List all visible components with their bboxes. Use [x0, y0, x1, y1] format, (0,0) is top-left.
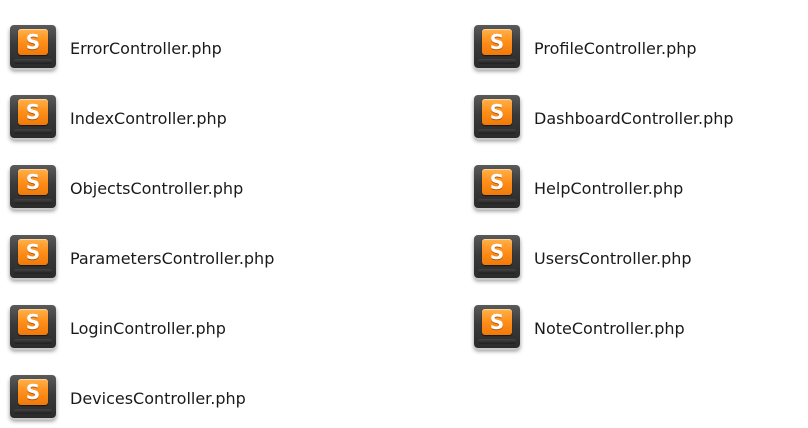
sublime-text-file-icon: S	[8, 93, 60, 143]
file-name: ParametersController.php	[70, 248, 275, 268]
file-item[interactable]: S ParametersController.php	[8, 228, 428, 288]
file-name: DevicesController.php	[70, 388, 246, 408]
file-item[interactable]: S LoginController.php	[8, 298, 428, 358]
sublime-text-file-icon: S	[8, 23, 60, 73]
file-name: DashboardController.php	[534, 108, 734, 128]
file-name: ProfileController.php	[534, 38, 697, 58]
file-name: UsersController.php	[534, 248, 692, 268]
file-item[interactable]: S ProfileController.php	[472, 18, 808, 78]
sublime-text-file-icon: S	[472, 93, 524, 143]
sublime-text-file-icon: S	[8, 163, 60, 213]
sublime-text-file-icon: S	[8, 373, 60, 423]
file-item[interactable]: S DevicesController.php	[8, 368, 428, 428]
file-name: ErrorController.php	[70, 38, 222, 58]
file-item[interactable]: S ErrorController.php	[8, 18, 428, 78]
file-item[interactable]: S IndexController.php	[8, 88, 428, 148]
sublime-text-file-icon: S	[472, 163, 524, 213]
file-name: ObjectsController.php	[70, 178, 244, 198]
file-name: HelpController.php	[534, 178, 684, 198]
sublime-text-file-icon: S	[8, 303, 60, 353]
file-item[interactable]: S HelpController.php	[472, 158, 808, 218]
file-item[interactable]: S NoteController.php	[472, 298, 808, 358]
file-name: NoteController.php	[534, 318, 685, 338]
file-list: S ErrorController.php S IndexController.…	[0, 0, 808, 428]
file-item[interactable]: S ObjectsController.php	[8, 158, 428, 218]
file-name: IndexController.php	[70, 108, 227, 128]
sublime-text-file-icon: S	[472, 23, 524, 73]
sublime-text-file-icon: S	[472, 303, 524, 353]
file-item[interactable]: S UsersController.php	[472, 228, 808, 288]
file-name: LoginController.php	[70, 318, 226, 338]
file-item[interactable]: S DashboardController.php	[472, 88, 808, 148]
sublime-text-file-icon: S	[8, 233, 60, 283]
sublime-text-file-icon: S	[472, 233, 524, 283]
